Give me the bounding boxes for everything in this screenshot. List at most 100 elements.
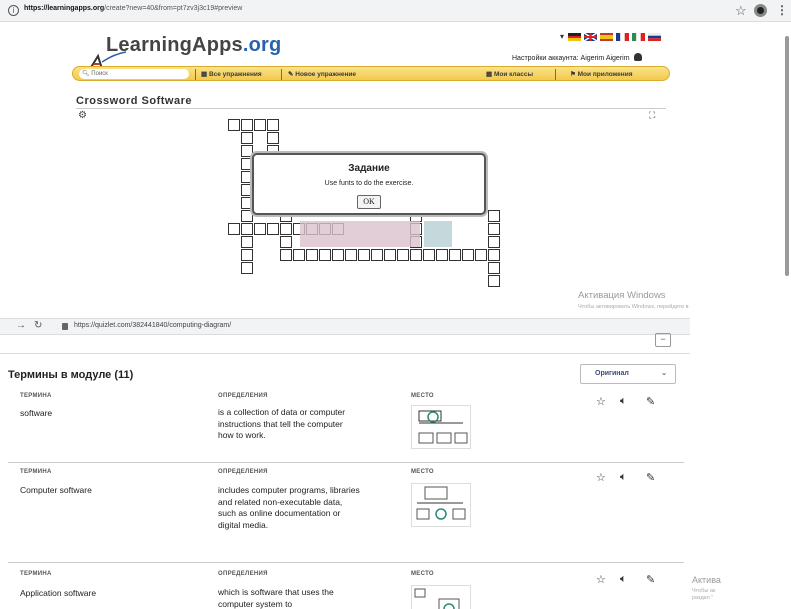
language-flags[interactable]: ▾ — [560, 32, 670, 43]
windows-activation-hint: Чтобы активировать Windows, перейдите в — [578, 304, 689, 310]
address-url[interactable]: https://quizlet.com/382441840/computing-… — [74, 322, 231, 329]
crossword-cell[interactable] — [488, 262, 500, 274]
audio-icon[interactable]: 🔈︎ — [620, 471, 627, 484]
term-column-label: ТЕРМИНА — [20, 393, 52, 399]
flag-fr-icon[interactable] — [616, 33, 629, 41]
crossword-cell[interactable] — [488, 236, 500, 248]
main-navbar: 🔍︎ Поиск ▦ Все упражнения ✎ Новое упражн… — [72, 66, 670, 81]
crossword-cell[interactable] — [462, 249, 474, 261]
crossword-cell[interactable] — [488, 249, 500, 261]
nav-new-exercise[interactable]: ✎ Новое упражнение — [288, 70, 356, 78]
audio-icon[interactable]: 🔈︎ — [620, 395, 627, 408]
bookmark-star-icon[interactable]: ☆ — [735, 3, 747, 19]
divider — [0, 353, 690, 354]
diagram-thumbnail[interactable] — [411, 585, 471, 609]
term-card: ТЕРМИНА ОПРЕДЕЛЕНИЯ МЕСТО software is a … — [8, 393, 684, 463]
crossword-cell[interactable] — [241, 119, 253, 131]
account-settings-link[interactable]: Настройки аккаунта: Aigerim Aigerim — [512, 53, 642, 62]
crossword-cell[interactable] — [254, 223, 266, 235]
diagram-thumbnail[interactable] — [411, 483, 471, 527]
highlight-band — [300, 221, 420, 247]
ok-button[interactable]: OK — [357, 195, 381, 209]
crossword-cell[interactable] — [449, 249, 461, 261]
crossword-cell[interactable] — [475, 249, 487, 261]
scrollbar[interactable] — [785, 36, 789, 276]
crossword-cell[interactable] — [410, 249, 422, 261]
crossword-cell[interactable] — [267, 132, 279, 144]
crossword-cell[interactable] — [345, 249, 357, 261]
term-card: ТЕРМИНА ОПРЕДЕЛЕНИЯ МЕСТО Application so… — [8, 563, 684, 609]
tools-icon[interactable]: ⚙ — [78, 110, 87, 121]
flag-it-icon[interactable] — [632, 33, 645, 41]
crossword-cell[interactable] — [241, 145, 253, 157]
crossword-cell[interactable] — [241, 223, 253, 235]
flag-gb-icon[interactable] — [584, 33, 597, 41]
term-column-label: ТЕРМИНА — [20, 469, 52, 475]
crossword-cell[interactable] — [267, 119, 279, 131]
crossword-cell[interactable] — [228, 119, 240, 131]
edit-pencil-icon[interactable]: ✎ — [646, 395, 655, 408]
crossword-cell[interactable] — [254, 119, 266, 131]
crossword-cell[interactable] — [241, 210, 253, 222]
diagram-thumbnail[interactable] — [411, 405, 471, 449]
info-icon[interactable]: i — [8, 5, 19, 16]
star-icon[interactable]: ☆ — [596, 395, 606, 408]
edit-pencil-icon[interactable]: ✎ — [646, 573, 655, 586]
crossword-cell[interactable] — [267, 223, 279, 235]
browser-address-bar[interactable]: → ↻ https://quizlet.com/382441840/comput… — [0, 319, 690, 335]
crossword-cell[interactable] — [280, 223, 292, 235]
divider — [76, 108, 666, 109]
address-url[interactable]: https://learningapps.org/create?new=40&f… — [24, 5, 242, 12]
crossword-cell[interactable] — [241, 236, 253, 248]
definition-column-label: ОПРЕДЕЛЕНИЯ — [218, 469, 268, 475]
collapse-button[interactable]: − — [655, 333, 671, 347]
language-arrow-icon[interactable]: ▾ — [560, 32, 564, 41]
place-column-label: МЕСТО — [411, 469, 434, 475]
task-dialog: Задание Use funts to do the exercise. OK — [252, 153, 486, 215]
nav-separator — [281, 69, 282, 80]
nav-my-classes[interactable]: ▦ Мои классы — [486, 70, 533, 78]
term-text: Application software — [20, 588, 97, 598]
sort-select[interactable]: Оригинал ⌄ — [580, 364, 676, 384]
crossword-cell[interactable] — [293, 249, 305, 261]
star-icon[interactable]: ☆ — [596, 573, 606, 586]
extension-icon[interactable] — [754, 4, 767, 17]
definition-column-label: ОПРЕДЕЛЕНИЯ — [218, 393, 268, 399]
flag-ru-icon[interactable] — [648, 33, 661, 41]
crossword-cell[interactable] — [436, 249, 448, 261]
fullscreen-icon[interactable]: ⛶ — [649, 110, 655, 121]
crossword-cell[interactable] — [332, 249, 344, 261]
crossword-cell[interactable] — [306, 249, 318, 261]
edit-pencil-icon[interactable]: ✎ — [646, 471, 655, 484]
nav-all-exercises[interactable]: ▦ Все упражнения — [201, 70, 262, 78]
crossword-cell[interactable] — [488, 210, 500, 222]
crossword-cell[interactable] — [488, 275, 500, 287]
audio-icon[interactable]: 🔈︎ — [620, 573, 627, 586]
definition-text: is a collection of data or computer inst… — [218, 407, 346, 440]
lock-icon[interactable] — [62, 323, 68, 330]
nav-my-apps[interactable]: ⚑ Мои приложения — [570, 70, 633, 78]
crossword-cell[interactable] — [423, 249, 435, 261]
browser-menu-icon[interactable]: ⋮ — [776, 3, 788, 17]
search-input[interactable]: 🔍︎ Поиск — [79, 69, 189, 79]
crossword-cell[interactable] — [488, 223, 500, 235]
reload-icon[interactable]: ↻ — [34, 320, 42, 331]
browser-address-bar[interactable]: i https://learningapps.org/create?new=40… — [0, 0, 791, 22]
crossword-cell[interactable] — [319, 249, 331, 261]
crossword-cell[interactable] — [241, 249, 253, 261]
forward-arrow-icon[interactable]: → — [16, 320, 26, 331]
crossword-cell[interactable] — [228, 223, 240, 235]
crossword-cell[interactable] — [358, 249, 370, 261]
star-icon[interactable]: ☆ — [596, 471, 606, 484]
windows-activation-hint: Чтобы ак раздел " — [692, 588, 716, 601]
crossword-cell[interactable] — [280, 236, 292, 248]
crossword-cell[interactable] — [241, 132, 253, 144]
definition-column-label: ОПРЕДЕЛЕНИЯ — [218, 571, 268, 577]
crossword-cell[interactable] — [241, 262, 253, 274]
crossword-cell[interactable] — [384, 249, 396, 261]
crossword-cell[interactable] — [397, 249, 409, 261]
crossword-cell[interactable] — [371, 249, 383, 261]
crossword-cell[interactable] — [280, 249, 292, 261]
flag-de-icon[interactable] — [568, 33, 581, 41]
flag-es-icon[interactable] — [600, 33, 613, 41]
